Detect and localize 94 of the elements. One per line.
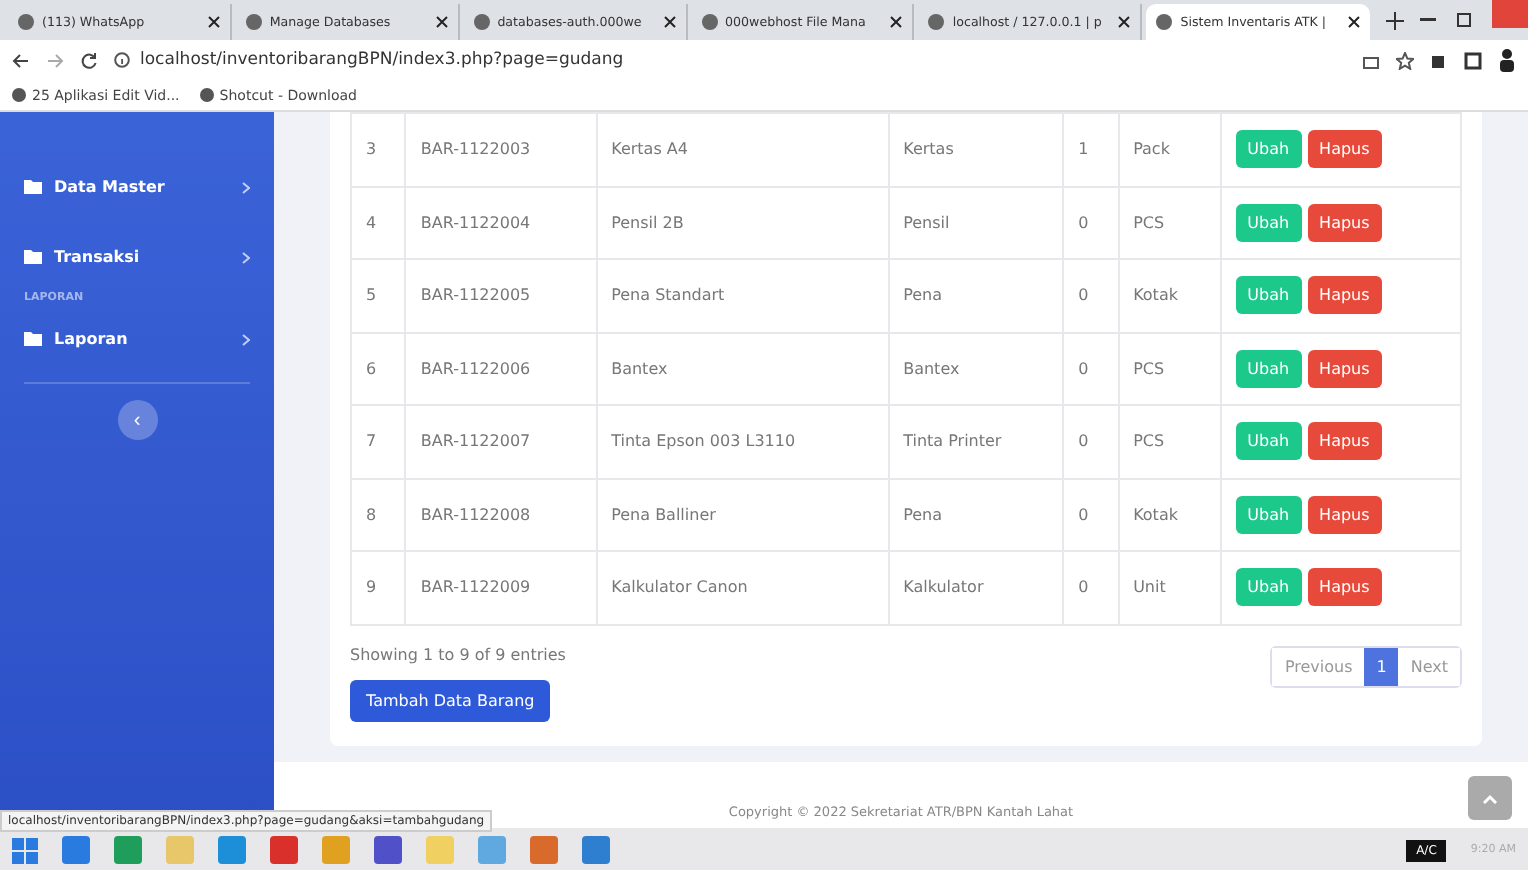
edit-button[interactable]: Ubah [1235,276,1302,315]
minimize-icon[interactable] [1420,18,1437,22]
favicon-icon [245,14,262,30]
table-cell: Bantex [611,359,668,378]
chevron-icon [242,181,250,193]
table-cell: Kalkulator [903,578,984,597]
table-cell: PCS [1133,359,1165,378]
edit-button[interactable]: Ubah [1235,568,1302,607]
table-cell: 9 [366,578,377,597]
table-cell: 8 [366,505,377,524]
table-cell: 4 [366,213,377,232]
edit-button[interactable]: Ubah [1235,130,1302,169]
favicon-icon [928,14,945,30]
table-cell: 5 [366,286,377,305]
restore-icon[interactable] [1456,12,1473,28]
table-cell: BAR-1122007 [420,432,531,451]
chevron-icon [242,251,250,263]
folder-icon [24,180,42,194]
close-icon[interactable] [663,16,676,28]
delete-button[interactable]: Hapus [1307,495,1382,534]
avatar-icon[interactable] [1498,48,1516,72]
info-icon [114,52,130,68]
delete-button[interactable]: Hapus [1307,422,1382,461]
table-cell: 0 [1078,432,1089,451]
table-cell: Pensil [903,213,950,232]
reload-icon[interactable] [80,51,98,69]
folder-icon [24,332,42,346]
sidebar-item[interactable]: Transaksi [54,248,230,266]
table-cell: PCS [1133,213,1165,232]
edit-button[interactable]: Ubah [1235,203,1302,242]
table-cell: 0 [1078,286,1089,305]
table-cell: BAR-1122008 [420,505,531,524]
table-cell: 0 [1078,213,1089,232]
table-cell: 3 [366,140,377,159]
table-cell: Pena Standart [611,286,725,305]
table-cell: Unit [1133,578,1166,597]
close-icon[interactable] [1348,16,1361,28]
delete-button[interactable]: Hapus [1307,568,1382,607]
table-cell: 6 [366,359,377,378]
table-cell: 1 [1078,140,1089,159]
folder-icon [24,250,42,264]
table-cell: BAR-1122005 [420,286,531,305]
table-cell: BAR-1122003 [420,140,531,159]
star-icon[interactable] [1396,51,1414,69]
table-cell: Kertas A4 [611,140,688,159]
sidebar-icon[interactable] [1464,51,1482,69]
table-cell: Tinta Epson 003 L3110 [611,432,796,451]
entries-info: Showing 1 to 9 of 9 entries [350,645,566,663]
delete-button[interactable]: Hapus [1307,203,1382,242]
table-cell: Kotak [1133,505,1178,524]
table-cell: 0 [1078,359,1089,378]
pagination-button[interactable]: 1 [1364,647,1399,685]
back-icon[interactable] [12,51,30,69]
favicon-icon [701,14,718,30]
globe-icon [12,88,26,102]
delete-button[interactable]: Hapus [1307,349,1382,388]
table-cell: BAR-1122004 [420,213,531,232]
edit-button[interactable]: Ubah [1235,495,1302,534]
sidebar-item[interactable]: Data Master [54,178,230,196]
chevron-icon [242,333,250,345]
sidebar-item[interactable]: Laporan [54,330,230,348]
edit-button[interactable]: Ubah [1235,349,1302,388]
table-cell: Kalkulator Canon [611,578,748,597]
table-cell: Pena [903,505,943,524]
delete-button[interactable]: Hapus [1307,130,1382,169]
close-icon[interactable] [890,16,903,28]
sidebar-toggle-button[interactable]: ‹ [117,400,157,440]
table-cell: Tinta Printer [903,432,1002,451]
favicon-icon [1156,14,1173,30]
favicon-icon [18,14,34,30]
table-cell: Kotak [1133,286,1178,305]
table-cell: 0 [1078,578,1089,597]
close-icon[interactable] [435,16,448,28]
table-cell: Bantex [903,359,960,378]
table-cell: Pensil 2B [611,213,684,232]
table-cell: Kertas [903,140,954,159]
table-cell: 0 [1078,505,1089,524]
url-field[interactable]: localhost/inventoribarangBPN/index3.php?page=gudang [140,50,624,70]
table-cell: 7 [366,432,377,451]
table-cell: PCS [1133,432,1165,451]
table-cell: BAR-1122006 [420,359,531,378]
globe-icon [199,88,214,102]
table-cell: Pena [903,286,943,305]
close-icon[interactable] [207,16,220,28]
delete-button[interactable]: Hapus [1307,276,1382,315]
chevron-up-icon [1482,794,1498,804]
table-cell: BAR-1122009 [420,578,531,597]
table-cell: Pena Balliner [611,505,716,524]
windows-icon[interactable] [12,837,38,863]
close-icon[interactable] [1118,16,1131,28]
favicon-icon [473,14,490,30]
add-item-button[interactable]: Tambah Data Barang [350,679,551,721]
edit-button[interactable]: Ubah [1235,422,1302,461]
table-cell: Pack [1133,140,1170,159]
